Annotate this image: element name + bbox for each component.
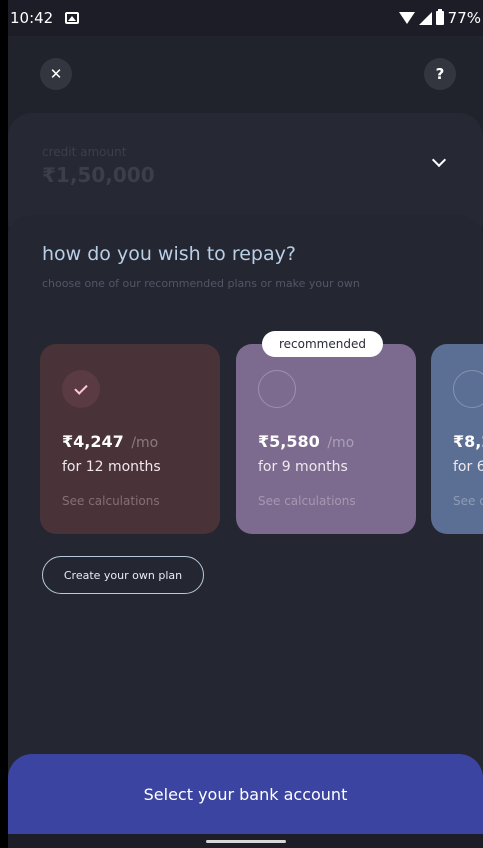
status-bar: 10:42 77% (8, 0, 483, 36)
chevron-down-icon[interactable] (431, 152, 447, 168)
battery-percent: 77% (447, 9, 481, 27)
credit-amount-label: credit amount (42, 145, 127, 159)
image-notification-icon (65, 12, 80, 24)
close-icon: ✕ (49, 65, 63, 83)
see-calculations-link[interactable]: See c (453, 494, 483, 508)
plan-unit: /mo (131, 435, 159, 451)
plan-card-12-months[interactable]: ₹4,247 /mo for 12 months See calculation… (40, 344, 220, 534)
plan-duration: for 6 (453, 459, 483, 475)
battery-icon (435, 9, 444, 25)
plan-card-9-months[interactable]: ₹5,580 /mo for 9 months See calculations (236, 344, 416, 534)
status-time: 10:42 (10, 9, 54, 27)
plan-duration: for 12 months (62, 459, 161, 475)
plan-unit: /mo (327, 435, 355, 451)
repay-subtitle: choose one of our recommended plans or m… (42, 277, 360, 290)
check-icon (74, 380, 88, 395)
recommended-badge: recommended (262, 331, 383, 357)
plan-card-6-months[interactable]: ₹8,2 for 6 See c (431, 344, 483, 534)
app-screen: 10:42 77% ✕ ? credit amount ₹1,50,000 ho… (8, 0, 483, 848)
create-own-plan-button[interactable]: Create your own plan (42, 556, 204, 594)
status-icons: 77% (398, 9, 481, 27)
help-icon: ? (435, 65, 445, 83)
plan-price: ₹8,2 (453, 432, 483, 451)
plan-selected-indicator (62, 370, 100, 408)
navigation-bar (8, 834, 483, 848)
plan-price: ₹4,247 /mo (62, 432, 159, 451)
plan-price: ₹5,580 /mo (258, 432, 355, 451)
home-handle[interactable] (206, 840, 286, 843)
plan-duration: for 9 months (258, 459, 348, 475)
signal-icon (418, 11, 432, 25)
select-bank-account-button[interactable]: Select your bank account (8, 754, 483, 834)
plan-radio[interactable] (453, 370, 483, 408)
wifi-icon (398, 12, 415, 24)
see-calculations-link[interactable]: See calculations (258, 494, 356, 508)
see-calculations-link[interactable]: See calculations (62, 494, 160, 508)
credit-amount-value: ₹1,50,000 (42, 163, 155, 187)
repay-sheet: how do you wish to repay? choose one of … (8, 215, 483, 775)
help-button[interactable]: ? (424, 58, 456, 90)
close-button[interactable]: ✕ (40, 58, 72, 90)
repay-title: how do you wish to repay? (42, 243, 296, 265)
plan-radio[interactable] (258, 370, 296, 408)
